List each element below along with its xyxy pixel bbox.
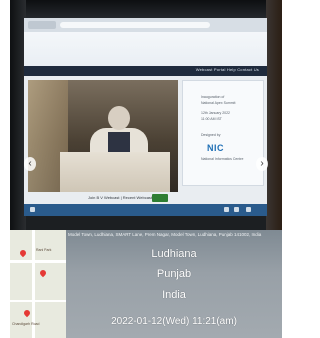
map-label: Rani Park [36,248,52,252]
nic-logo: NIC [207,143,224,153]
previous-arrow-icon[interactable]: ‹ [24,157,36,171]
clock-icon[interactable] [246,207,251,212]
webcast-strip: Join B V Webcast | Recent Webcast [28,194,178,204]
webcast-go-button[interactable] [152,194,168,202]
browser-toolbar [24,18,267,32]
start-icon[interactable] [30,207,35,212]
webcast-label: Join B V Webcast | Recent Webcast [88,195,153,200]
map-label: Chandigarh Road [12,322,40,326]
event-date: 12th January 2022 [201,111,230,115]
state-label: Punjab [156,268,192,280]
address-bar[interactable] [60,22,210,28]
tray-icon[interactable] [234,207,239,212]
speaker-head [108,106,130,130]
event-time: 11:00 AM IST [201,117,222,121]
map-pin-icon [22,308,32,318]
monitor-screen: Webcast Portal Help Contact Us Join B V … [24,18,267,216]
event-title-2: National Apex Summit [201,101,236,105]
timestamp: 2022-01-12(Wed) 11:21(am) [111,316,237,327]
map-pin-icon [18,248,28,258]
country-label: India [162,289,186,301]
event-info-panel: Inauguration of National Apex Summit 12t… [182,80,264,186]
map-pin-icon [38,268,48,278]
next-arrow-icon[interactable]: › [256,157,268,171]
full-address: Model Town, Ludhiana, SMART Lane, Prem N… [68,232,262,237]
photo-frame: Webcast Portal Help Contact Us Join B V … [10,0,282,338]
city-label: Ludhiana [151,248,197,260]
designed-by: Designed by [201,133,221,137]
nav-links[interactable]: Webcast Portal Help Contact Us [196,67,259,72]
room-right-edge [266,0,282,230]
browser-tab[interactable] [28,21,56,29]
event-title-1: Inauguration of [201,95,225,99]
tray-icon[interactable] [224,207,229,212]
taskbar [24,204,267,216]
video-player[interactable] [28,80,178,192]
mini-map: Rani Park Chandigarh Road [10,230,66,338]
podium [60,152,170,192]
nic-name: National Informatics Centre [201,157,244,161]
map-road [10,260,66,263]
map-road [10,300,66,302]
